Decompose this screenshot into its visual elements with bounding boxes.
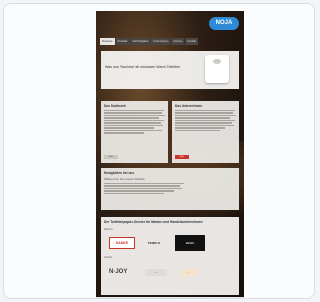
nav-item-nachhaltigkeit[interactable]: Nachhaltigkeit — [130, 38, 151, 45]
nav-item-unternehmen[interactable]: Unternehmen — [151, 38, 171, 45]
news-subtitle: Willkommen bei unserer Website — [104, 177, 145, 181]
site-header: NOJA — [96, 11, 244, 35]
partners-title: Der Toilettenpapier-Service für Marken u… — [104, 220, 203, 224]
website-page: NOJA Startseite Produkte Nachhaltigkeit … — [96, 11, 244, 298]
brand-logo[interactable]: NOJA — [209, 17, 239, 30]
nav-item-startseite[interactable]: Startseite — [100, 38, 115, 45]
card-sortiment: Das Sortiment Mehr — [101, 101, 168, 163]
nav-item-karriere[interactable]: Karriere — [171, 38, 185, 45]
toilet-paper-roll-icon — [205, 55, 229, 83]
partners-group-label: Handel — [104, 256, 113, 259]
card-more-button[interactable]: Mehr — [104, 155, 118, 159]
hero-title: Was uns 'Nachhal' alt sinnlosen Warm Toi… — [105, 65, 181, 69]
site-footer — [96, 297, 244, 298]
partners-section: Der Toilettenpapier-Service für Marken u… — [101, 217, 239, 295]
card-title: Das Sortiment — [104, 104, 126, 108]
partners-group-label: Marken — [104, 228, 113, 231]
nav-item-produkte[interactable]: Produkte — [115, 38, 130, 45]
partner-logo-generic[interactable]: — — [145, 269, 167, 276]
partner-logo-templo[interactable]: TEMPLO — [143, 239, 165, 247]
news-title: Neuigkeiten bei uns — [104, 171, 135, 175]
card-text — [104, 110, 165, 134]
partner-logo-danke[interactable]: DANKE — [109, 237, 135, 249]
partner-logo-zewa[interactable]: ZEWA — [175, 235, 205, 251]
card-unternehmen: Das Unternehmen Mehr — [172, 101, 239, 163]
nav-item-kontakt[interactable]: Kontakt — [185, 38, 198, 45]
partner-logo-njoy[interactable]: N·JOY — [109, 265, 139, 279]
partner-logo-generic[interactable]: — — [181, 269, 197, 276]
news-section: Neuigkeiten bei uns Willkommen bei unser… — [101, 168, 239, 210]
main-nav: Startseite Produkte Nachhaltigkeit Unter… — [100, 38, 240, 45]
card-title: Das Unternehmen — [175, 104, 203, 108]
hero-banner: Was uns 'Nachhal' alt sinnlosen Warm Toi… — [101, 51, 239, 89]
browser-frame: NOJA Startseite Produkte Nachhaltigkeit … — [3, 3, 315, 299]
card-more-button[interactable]: Mehr — [175, 155, 189, 159]
card-text — [175, 110, 236, 132]
news-text — [104, 183, 236, 195]
